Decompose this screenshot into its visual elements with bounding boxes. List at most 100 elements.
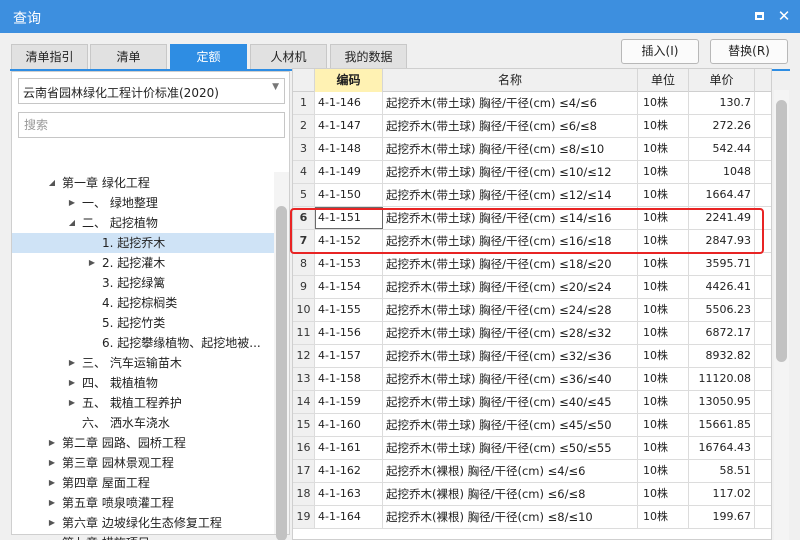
- tab-bill[interactable]: 清单: [90, 44, 167, 70]
- tab-materials[interactable]: 人材机: [250, 44, 327, 70]
- cell-code[interactable]: 4-1-154: [315, 276, 383, 298]
- cell-price[interactable]: 117.02: [689, 483, 755, 505]
- cell-price[interactable]: 8932.82: [689, 345, 755, 367]
- tree-item[interactable]: ▶ 第六章 边坡绿化生态修复工程: [12, 513, 274, 533]
- restore-icon[interactable]: [751, 8, 767, 24]
- tree-item[interactable]: ▶ 四、 栽植植物: [12, 373, 274, 393]
- table-row[interactable]: 6 4-1-151 起挖乔木(带土球) 胸径/干径(cm) ≤14/≤16 10株 22…: [293, 207, 771, 230]
- cell-price[interactable]: 542.44: [689, 138, 755, 160]
- tree-item[interactable]: ▶ 2. 起挖灌木: [12, 253, 274, 273]
- cell-code[interactable]: 4-1-156: [315, 322, 383, 344]
- cell-name[interactable]: 起挖乔木(带土球) 胸径/干径(cm) ≤18/≤20: [383, 253, 638, 275]
- tree-item[interactable]: ▶ 三、 汽车运输苗木: [12, 353, 274, 373]
- expand-icon[interactable]: ▶: [66, 193, 78, 213]
- cell-name[interactable]: 起挖乔木(带土球) 胸径/干径(cm) ≤50/≤55: [383, 437, 638, 459]
- tab-guide[interactable]: 清单指引: [11, 44, 88, 70]
- insert-button[interactable]: 插入(I): [621, 39, 699, 64]
- cell-price[interactable]: 4426.41: [689, 276, 755, 298]
- cell-name[interactable]: 起挖乔木(带土球) 胸径/干径(cm) ≤6/≤8: [383, 115, 638, 137]
- cell-unit[interactable]: 10株: [638, 437, 689, 459]
- expand-icon[interactable]: ▶: [66, 353, 78, 373]
- cell-name[interactable]: 起挖乔木(带土球) 胸径/干径(cm) ≤28/≤32: [383, 322, 638, 344]
- tree-item[interactable]: ▶ 五、 栽植工程养护: [12, 393, 274, 413]
- header-price[interactable]: 单价: [689, 69, 755, 92]
- cell-price[interactable]: 6872.17: [689, 322, 755, 344]
- cell-unit[interactable]: 10株: [638, 414, 689, 436]
- cell-name[interactable]: 起挖乔木(带土球) 胸径/干径(cm) ≤10/≤12: [383, 161, 638, 183]
- tree-scroll-thumb[interactable]: [276, 206, 287, 540]
- tab-my-data[interactable]: 我的数据: [330, 44, 407, 70]
- table-row[interactable]: 17 4-1-162 起挖乔木(裸根) 胸径/干径(cm) ≤4/≤6 10株 58.5…: [293, 460, 771, 483]
- expand-icon[interactable]: ▶: [46, 513, 58, 533]
- cell-unit[interactable]: 10株: [638, 253, 689, 275]
- cell-price[interactable]: 15661.85: [689, 414, 755, 436]
- cell-unit[interactable]: 10株: [638, 230, 689, 252]
- table-row[interactable]: 2 4-1-147 起挖乔木(带土球) 胸径/干径(cm) ≤6/≤8 10株 272.…: [293, 115, 771, 138]
- search-input[interactable]: [18, 112, 285, 138]
- close-icon[interactable]: ✕: [776, 8, 792, 24]
- cell-name[interactable]: 起挖乔木(带土球) 胸径/干径(cm) ≤16/≤18: [383, 230, 638, 252]
- cell-unit[interactable]: 10株: [638, 138, 689, 160]
- grid-scroll-thumb[interactable]: [776, 100, 787, 362]
- cell-unit[interactable]: 10株: [638, 368, 689, 390]
- table-row[interactable]: 10 4-1-155 起挖乔木(带土球) 胸径/干径(cm) ≤24/≤28 10株 5…: [293, 299, 771, 322]
- cell-code[interactable]: 4-1-148: [315, 138, 383, 160]
- tree-item[interactable]: 6. 起挖攀缘植物、起挖地被...: [12, 333, 274, 353]
- table-row[interactable]: 4 4-1-149 起挖乔木(带土球) 胸径/干径(cm) ≤10/≤12 10株 10…: [293, 161, 771, 184]
- cell-unit[interactable]: 10株: [638, 483, 689, 505]
- expand-icon[interactable]: ▶: [46, 533, 58, 540]
- table-row[interactable]: 14 4-1-159 起挖乔木(带土球) 胸径/干径(cm) ≤40/≤45 10株 1…: [293, 391, 771, 414]
- cell-price[interactable]: 272.26: [689, 115, 755, 137]
- cell-name[interactable]: 起挖乔木(裸根) 胸径/干径(cm) ≤8/≤10: [383, 506, 638, 528]
- cell-name[interactable]: 起挖乔木(带土球) 胸径/干径(cm) ≤14/≤16: [383, 207, 638, 229]
- cell-name[interactable]: 起挖乔木(带土球) 胸径/干径(cm) ≤20/≤24: [383, 276, 638, 298]
- cell-code[interactable]: 4-1-159: [315, 391, 383, 413]
- cell-unit[interactable]: 10株: [638, 460, 689, 482]
- cell-price[interactable]: 13050.95: [689, 391, 755, 413]
- cell-code[interactable]: 4-1-149: [315, 161, 383, 183]
- table-row[interactable]: 7 4-1-152 起挖乔木(带土球) 胸径/干径(cm) ≤16/≤18 10株 28…: [293, 230, 771, 253]
- tree-item[interactable]: ▶ 第三章 园林景观工程: [12, 453, 274, 473]
- expand-icon[interactable]: ▶: [46, 473, 58, 493]
- cell-price[interactable]: 3595.71: [689, 253, 755, 275]
- tree-item[interactable]: 1. 起挖乔木: [12, 233, 274, 253]
- table-row[interactable]: 19 4-1-164 起挖乔木(裸根) 胸径/干径(cm) ≤8/≤10 10株 199…: [293, 506, 771, 529]
- table-row[interactable]: 18 4-1-163 起挖乔木(裸根) 胸径/干径(cm) ≤6/≤8 10株 117.…: [293, 483, 771, 506]
- cell-unit[interactable]: 10株: [638, 345, 689, 367]
- expand-icon[interactable]: ▶: [46, 493, 58, 513]
- expand-icon[interactable]: ▶: [46, 433, 58, 453]
- cell-price[interactable]: 130.7: [689, 92, 755, 114]
- cell-code[interactable]: 4-1-162: [315, 460, 383, 482]
- tree-item[interactable]: ▶ 第二章 园路、园桥工程: [12, 433, 274, 453]
- tree-item[interactable]: ▶ 一、 绿地整理: [12, 193, 274, 213]
- table-row[interactable]: 3 4-1-148 起挖乔木(带土球) 胸径/干径(cm) ≤8/≤10 10株 542…: [293, 138, 771, 161]
- cell-unit[interactable]: 10株: [638, 161, 689, 183]
- cell-price[interactable]: 58.51: [689, 460, 755, 482]
- cell-unit[interactable]: 10株: [638, 322, 689, 344]
- cell-code[interactable]: 4-1-164: [315, 506, 383, 528]
- cell-unit[interactable]: 10株: [638, 276, 689, 298]
- table-row[interactable]: 16 4-1-161 起挖乔木(带土球) 胸径/干径(cm) ≤50/≤55 10株 1…: [293, 437, 771, 460]
- cell-price[interactable]: 1048: [689, 161, 755, 183]
- cell-price[interactable]: 199.67: [689, 506, 755, 528]
- tree-item[interactable]: ◢ 二、 起挖植物: [12, 213, 274, 233]
- cell-name[interactable]: 起挖乔木(裸根) 胸径/干径(cm) ≤4/≤6: [383, 460, 638, 482]
- tree-item[interactable]: 3. 起挖绿篱: [12, 273, 274, 293]
- header-code[interactable]: 编码: [315, 69, 383, 92]
- cell-code[interactable]: 4-1-157: [315, 345, 383, 367]
- cell-price[interactable]: 2847.93: [689, 230, 755, 252]
- tree-item[interactable]: ▶ 第七章 措施项目: [12, 533, 274, 540]
- standard-dropdown[interactable]: 云南省园林绿化工程计价标准(2020) ▼: [18, 78, 285, 104]
- header-unit[interactable]: 单位: [638, 69, 689, 92]
- cell-name[interactable]: 起挖乔木(带土球) 胸径/干径(cm) ≤4/≤6: [383, 92, 638, 114]
- tree-item[interactable]: 六、 洒水车浇水: [12, 413, 274, 433]
- tree-scrollbar[interactable]: [274, 172, 289, 540]
- cell-name[interactable]: 起挖乔木(带土球) 胸径/干径(cm) ≤24/≤28: [383, 299, 638, 321]
- tab-quota[interactable]: 定额: [170, 44, 247, 70]
- cell-name[interactable]: 起挖乔木(带土球) 胸径/干径(cm) ≤12/≤14: [383, 184, 638, 206]
- cell-name[interactable]: 起挖乔木(带土球) 胸径/干径(cm) ≤36/≤40: [383, 368, 638, 390]
- tree-item[interactable]: ▶ 第五章 喷泉喷灌工程: [12, 493, 274, 513]
- cell-code[interactable]: 4-1-158: [315, 368, 383, 390]
- cell-unit[interactable]: 10株: [638, 92, 689, 114]
- cell-code[interactable]: 4-1-151: [315, 207, 383, 229]
